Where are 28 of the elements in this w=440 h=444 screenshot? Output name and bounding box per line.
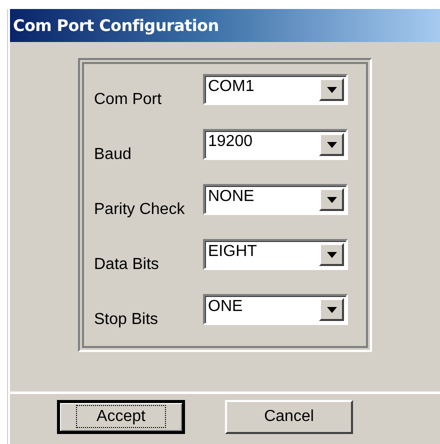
caret-icon [326,86,336,92]
field-label: Stop Bits [94,311,160,329]
combo-value: COM1 [208,78,254,96]
caret-icon [326,196,336,202]
window-title: Com Port Configuration [10,9,440,42]
dropdown-button[interactable] [319,298,344,321]
caret-icon [326,142,336,148]
dialog-button[interactable]: Cancel [225,400,353,434]
dropdown-field[interactable]: EIGHT [203,239,348,270]
field-label: Parity Check [94,201,186,219]
dropdown-field[interactable]: ONE [203,294,348,325]
dialog-button[interactable]: Accept [57,400,185,434]
dropdown-field[interactable]: 19200 [203,129,348,160]
dropdown-button[interactable] [319,133,344,156]
field-label: Baud [94,146,132,164]
dropdown-button[interactable] [319,243,344,266]
combo-value: EIGHT [208,243,257,261]
dropdown-button[interactable] [319,78,344,101]
dropdown-field[interactable]: COM1 [203,74,348,105]
combo-value: 19200 [208,133,252,151]
combo-value: ONE [208,298,243,316]
dropdown-button[interactable] [319,188,344,211]
field-label: Data Bits [94,256,160,274]
caret-icon [326,306,336,312]
combo-value: NONE [208,188,254,206]
dropdown-field[interactable]: NONE [203,184,348,215]
caret-icon [326,252,336,258]
field-label: Com Port [94,91,163,109]
